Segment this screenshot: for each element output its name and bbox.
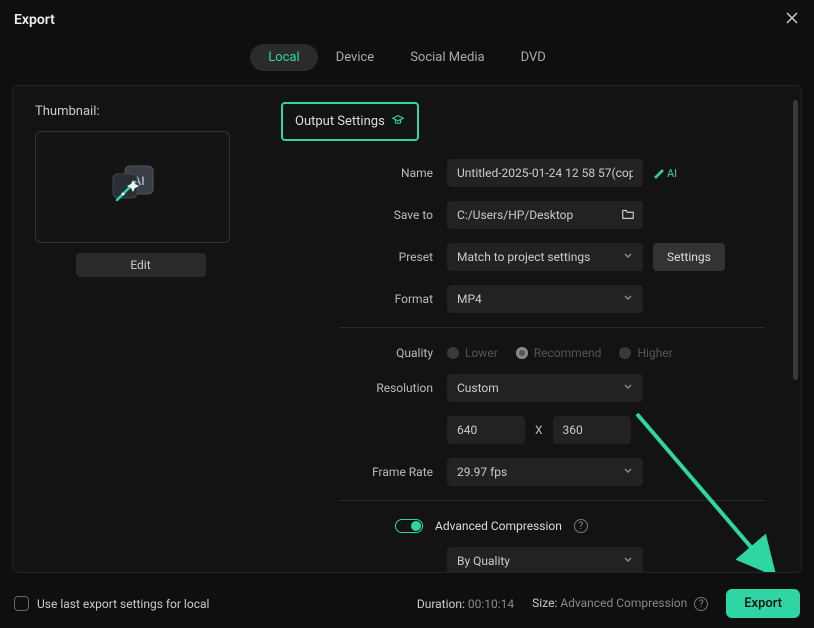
tab-social-media[interactable]: Social Media — [392, 44, 502, 71]
advanced-compression-label: Advanced Compression — [435, 519, 562, 533]
output-settings-header: Output Settings — [281, 102, 419, 141]
quality-higher-radio[interactable]: Higher — [619, 346, 672, 360]
saveto-label: Save to — [339, 208, 447, 222]
resolution-width-input[interactable] — [447, 416, 525, 444]
help-icon[interactable]: ? — [694, 597, 708, 611]
divider — [339, 327, 765, 328]
framerate-select[interactable]: 29.97 fps — [447, 458, 643, 486]
tab-local[interactable]: Local — [250, 44, 317, 71]
graduation-cap-icon[interactable] — [391, 112, 405, 131]
name-label: Name — [339, 166, 447, 180]
use-last-settings-label: Use last export settings for local — [37, 597, 209, 611]
compression-mode-value: By Quality — [457, 554, 510, 568]
chevron-down-icon — [623, 381, 633, 395]
help-icon[interactable]: ? — [574, 519, 588, 533]
tab-bar: Local Device Social Media DVD — [0, 44, 814, 71]
resolution-value: Custom — [457, 381, 499, 395]
folder-icon[interactable] — [621, 207, 635, 224]
quality-recommend-radio[interactable]: Recommend — [516, 346, 602, 360]
saveto-field[interactable]: C:/Users/HP/Desktop — [447, 201, 643, 229]
ai-rename-icon[interactable]: AI — [653, 167, 677, 180]
thumbnail-label: Thumbnail: — [35, 104, 246, 119]
format-label: Format — [339, 292, 447, 306]
name-input[interactable] — [447, 159, 643, 187]
edit-thumbnail-button[interactable]: Edit — [76, 253, 206, 277]
export-button[interactable]: Export — [726, 589, 800, 618]
compression-mode-select[interactable]: By Quality — [447, 547, 643, 573]
divider — [339, 500, 765, 501]
resolution-label: Resolution — [339, 381, 447, 395]
duration-display: Duration: 00:10:14 — [417, 597, 514, 611]
ai-wand-icon: AI — [103, 160, 163, 214]
quality-label: Quality — [339, 346, 447, 360]
resolution-x-label: X — [535, 423, 543, 437]
preset-label: Preset — [339, 250, 447, 264]
chevron-down-icon — [623, 554, 633, 568]
close-icon[interactable] — [784, 10, 800, 30]
tab-device[interactable]: Device — [318, 44, 393, 71]
settings-button[interactable]: Settings — [653, 243, 725, 271]
resolution-select[interactable]: Custom — [447, 374, 643, 402]
preset-value: Match to project settings — [457, 250, 590, 264]
framerate-label: Frame Rate — [339, 465, 447, 479]
preset-select[interactable]: Match to project settings — [447, 243, 643, 271]
window-title: Export — [14, 12, 55, 28]
framerate-value: 29.97 fps — [457, 465, 507, 479]
chevron-down-icon — [623, 250, 633, 264]
size-display: Size: Advanced Compression ? — [532, 596, 708, 612]
chevron-down-icon — [623, 465, 633, 479]
use-last-settings-checkbox[interactable] — [14, 596, 29, 611]
tab-dvd[interactable]: DVD — [503, 44, 564, 71]
output-settings-title: Output Settings — [295, 114, 385, 129]
saveto-value: C:/Users/HP/Desktop — [457, 208, 573, 222]
thumbnail-preview[interactable]: AI — [35, 131, 230, 243]
resolution-height-input[interactable] — [553, 416, 631, 444]
format-select[interactable]: MP4 — [447, 285, 643, 313]
scrollbar[interactable] — [793, 100, 798, 380]
format-value: MP4 — [457, 292, 482, 306]
chevron-down-icon — [623, 292, 633, 306]
quality-lower-radio[interactable]: Lower — [447, 346, 498, 360]
advanced-compression-toggle[interactable] — [395, 519, 423, 533]
